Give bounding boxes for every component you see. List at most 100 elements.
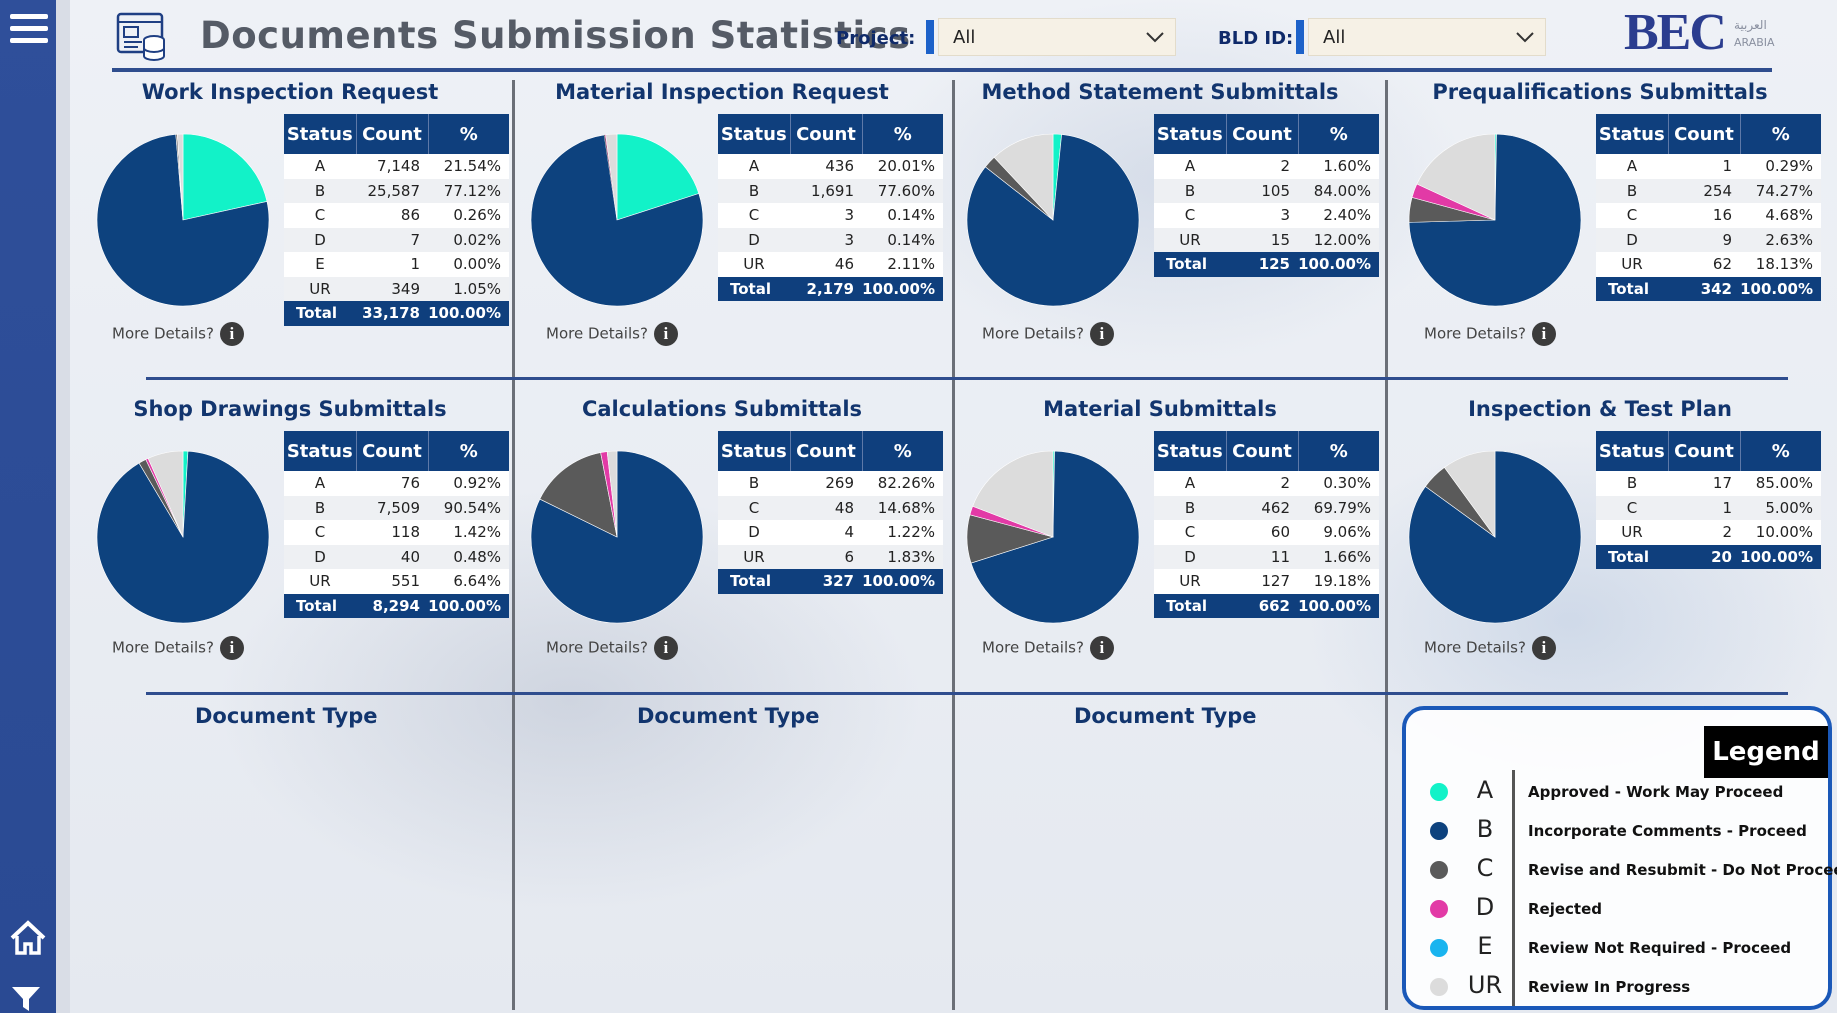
pie-chart[interactable]	[95, 449, 271, 625]
table-row[interactable]: A 7,148 21.54%	[284, 154, 509, 179]
column-divider	[952, 80, 955, 1010]
table-row[interactable]: UR 62 18.13%	[1596, 252, 1821, 277]
status-header[interactable]: Status	[718, 431, 791, 471]
status-header[interactable]: Status	[718, 114, 791, 154]
table-row[interactable]: UR 15 12.00%	[1154, 227, 1379, 252]
table-row[interactable]: B 1,691 77.60%	[718, 178, 943, 203]
table-row[interactable]: B 269 82.26%	[718, 471, 943, 496]
table-row[interactable]: B 25,587 77.12%	[284, 178, 509, 203]
table-row[interactable]: UR 46 2.11%	[718, 252, 943, 277]
info-icon[interactable]: i	[653, 636, 678, 660]
more-details-link[interactable]: More Details? i	[982, 322, 1114, 346]
home-icon[interactable]	[8, 918, 48, 958]
bld-id-dropdown[interactable]: All	[1308, 18, 1546, 56]
table-row[interactable]: A 436 20.01%	[718, 154, 943, 179]
project-dropdown[interactable]: All	[938, 18, 1176, 56]
count-header[interactable]: Count	[790, 431, 863, 471]
count-header[interactable]: Count	[1226, 114, 1299, 154]
table-row[interactable]: UR 127 19.18%	[1154, 569, 1379, 594]
table-row[interactable]: D 11 1.66%	[1154, 544, 1379, 569]
info-icon[interactable]: i	[1089, 322, 1114, 346]
table-row[interactable]: B 462 69.79%	[1154, 495, 1379, 520]
table-row[interactable]: C 60 9.06%	[1154, 520, 1379, 545]
table-row[interactable]: D 4 1.22%	[718, 520, 943, 545]
header-divider	[112, 68, 1772, 72]
table-row[interactable]: C 3 2.40%	[1154, 203, 1379, 228]
more-details-link[interactable]: More Details? i	[546, 322, 678, 346]
cell-status: B	[284, 178, 356, 203]
status-header[interactable]: Status	[1154, 431, 1227, 471]
table-row[interactable]: A 2 1.60%	[1154, 154, 1379, 179]
percent-header[interactable]: %	[1740, 431, 1821, 471]
count-header[interactable]: Count	[1668, 114, 1741, 154]
info-icon[interactable]: i	[1531, 322, 1556, 346]
pie-chart[interactable]	[1407, 449, 1583, 625]
table-row[interactable]: UR 349 1.05%	[284, 276, 509, 301]
table-header-row: Status Count%	[1596, 114, 1821, 154]
status-header[interactable]: Status	[1596, 114, 1669, 154]
table-row[interactable]: UR 6 1.83%	[718, 544, 943, 569]
status-header[interactable]: Status	[1596, 431, 1669, 471]
percent-header[interactable]: %	[428, 431, 509, 471]
table-row[interactable]: A 2 0.30%	[1154, 471, 1379, 496]
table-row[interactable]: B 17 85.00%	[1596, 471, 1821, 496]
more-details-link[interactable]: More Details? i	[982, 636, 1114, 660]
filter-icon[interactable]	[10, 985, 46, 1013]
table-row[interactable]: UR 2 10.00%	[1596, 520, 1821, 545]
info-icon[interactable]: i	[1089, 636, 1114, 660]
info-icon[interactable]: i	[653, 322, 678, 346]
legend-description: Incorporate Comments - Proceed	[1528, 822, 1807, 840]
count-header[interactable]: Count	[790, 114, 863, 154]
panel-title: Shop Drawings Submittals	[133, 397, 447, 421]
more-details-link[interactable]: More Details? i	[1424, 322, 1556, 346]
table-row[interactable]: D 9 2.63%	[1596, 227, 1821, 252]
count-header[interactable]: Count	[1668, 431, 1741, 471]
percent-header[interactable]: %	[1298, 431, 1379, 471]
logo-arabic: العربية	[1734, 18, 1767, 32]
percent-header[interactable]: %	[1740, 114, 1821, 154]
more-details-link[interactable]: More Details? i	[1424, 636, 1556, 660]
info-icon[interactable]: i	[1531, 636, 1556, 660]
percent-header[interactable]: %	[862, 114, 943, 154]
table-row[interactable]: C 48 14.68%	[718, 495, 943, 520]
pie-chart[interactable]	[965, 449, 1141, 625]
count-header[interactable]: Count	[356, 114, 429, 154]
cell-count: 1	[356, 252, 428, 277]
table-row[interactable]: B 105 84.00%	[1154, 178, 1379, 203]
table-row[interactable]: D 40 0.48%	[284, 544, 509, 569]
table-row[interactable]: B 254 74.27%	[1596, 178, 1821, 203]
table-row[interactable]: C 3 0.14%	[718, 203, 943, 228]
table-row[interactable]: C 16 4.68%	[1596, 203, 1821, 228]
status-header[interactable]: Status	[1154, 114, 1227, 154]
pie-chart[interactable]	[965, 132, 1141, 308]
pie-chart[interactable]	[529, 132, 705, 308]
table-row[interactable]: C 118 1.42%	[284, 520, 509, 545]
count-header[interactable]: Count	[356, 431, 429, 471]
table-row[interactable]: D 3 0.14%	[718, 227, 943, 252]
pie-chart[interactable]	[529, 449, 705, 625]
legend-color-swatch	[1430, 822, 1448, 840]
info-icon[interactable]: i	[219, 636, 244, 660]
more-details-link[interactable]: More Details? i	[112, 636, 244, 660]
table-row[interactable]: UR 551 6.64%	[284, 569, 509, 594]
percent-header[interactable]: %	[1298, 114, 1379, 154]
table-row[interactable]: A 76 0.92%	[284, 471, 509, 496]
table-row[interactable]: C 86 0.26%	[284, 203, 509, 228]
pie-chart[interactable]	[95, 132, 271, 308]
cell-status: A	[1154, 471, 1226, 496]
status-header[interactable]: Status	[284, 114, 357, 154]
table-row[interactable]: D 7 0.02%	[284, 227, 509, 252]
pie-chart[interactable]	[1407, 132, 1583, 308]
count-header[interactable]: Count	[1226, 431, 1299, 471]
table-row[interactable]: C 1 5.00%	[1596, 495, 1821, 520]
info-icon[interactable]: i	[219, 322, 244, 346]
more-details-link[interactable]: More Details? i	[112, 322, 244, 346]
percent-header[interactable]: %	[862, 431, 943, 471]
more-details-link[interactable]: More Details? i	[546, 636, 678, 660]
table-row[interactable]: E 1 0.00%	[284, 252, 509, 277]
percent-header[interactable]: %	[428, 114, 509, 154]
table-row[interactable]: B 7,509 90.54%	[284, 495, 509, 520]
status-header[interactable]: Status	[284, 431, 357, 471]
table-row[interactable]: A 1 0.29%	[1596, 154, 1821, 179]
hamburger-menu-icon[interactable]	[10, 14, 48, 48]
